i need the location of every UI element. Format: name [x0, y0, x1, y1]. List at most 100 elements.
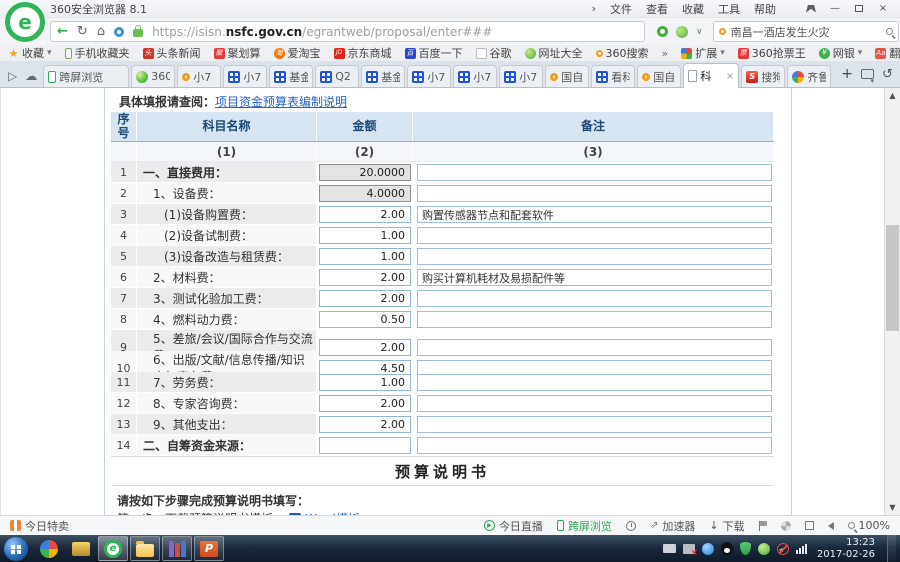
remark-input[interactable]: [417, 416, 772, 433]
bookmark-item[interactable]: Aa 翻译 ▾: [875, 45, 900, 61]
bookmark-item[interactable]: 扩展 ▾: [681, 45, 725, 61]
amount-input[interactable]: [319, 416, 411, 433]
home-icon[interactable]: ⌂: [97, 25, 105, 38]
browser-tab[interactable]: 基金: [269, 65, 314, 87]
download-button[interactable]: ↓ 下载: [709, 518, 744, 534]
bookmark-item[interactable]: ¥ 网银 ▾: [818, 45, 862, 61]
remark-input[interactable]: [417, 185, 772, 202]
dropdown-caret-icon[interactable]: ∨: [696, 27, 703, 37]
start-button[interactable]: [4, 536, 28, 561]
amount-input[interactable]: [319, 206, 411, 223]
amount-input[interactable]: [319, 227, 411, 244]
tab-close-icon[interactable]: ×: [726, 71, 734, 82]
remark-input[interactable]: [417, 227, 772, 244]
sidebar-toggle-icon[interactable]: ▷: [8, 69, 17, 83]
remark-input[interactable]: [417, 290, 772, 307]
bookmark-item[interactable]: 网址大全: [524, 45, 583, 61]
menu-item[interactable]: 收藏: [682, 1, 704, 17]
bookmark-item[interactable]: 手机收藏夹: [64, 45, 130, 61]
keyboard-tray-icon[interactable]: [662, 544, 676, 553]
amount-input[interactable]: [319, 374, 411, 391]
amount-input[interactable]: [319, 437, 411, 454]
bookmark-item[interactable]: ★ 收藏 ▾: [8, 45, 52, 61]
bookmark-item[interactable]: 头 头条新闻: [142, 45, 201, 61]
zoom-control[interactable]: 100%: [847, 519, 890, 532]
amount-input[interactable]: [319, 311, 411, 328]
browser-tab[interactable]: 小7: [177, 65, 222, 87]
mute-button[interactable]: [827, 521, 834, 530]
word-template-link[interactable]: Word模板: [305, 510, 360, 515]
browser-tab[interactable]: 国自: [545, 65, 590, 87]
remark-input[interactable]: [417, 437, 772, 454]
browser-tab[interactable]: Q2: [315, 65, 360, 87]
amount-input[interactable]: [319, 164, 411, 181]
remark-input[interactable]: [417, 206, 772, 223]
taskbar-app-colorball[interactable]: [34, 536, 64, 561]
muted-speaker-tray-icon[interactable]: [776, 542, 789, 555]
plugin-wheel-icon[interactable]: [657, 26, 668, 37]
taskbar-app-gold[interactable]: [66, 536, 96, 561]
amount-input[interactable]: [319, 248, 411, 265]
browser-tab[interactable]: 小7: [407, 65, 452, 87]
taskbar-app-explorer[interactable]: [130, 536, 160, 561]
bookmarks-overflow-icon[interactable]: »: [662, 47, 669, 60]
accelerator-button[interactable]: ⇗ 加速器: [650, 518, 695, 534]
cross-screen-button[interactable]: 跨屏浏览: [556, 518, 612, 534]
remark-input[interactable]: [417, 311, 772, 328]
speed-mode-button[interactable]: [625, 520, 636, 531]
search-box[interactable]: [712, 21, 899, 42]
remark-input[interactable]: [417, 269, 772, 286]
browser-tab[interactable]: 看科: [591, 65, 636, 87]
minimize-button[interactable]: —: [824, 1, 846, 16]
browser-tab[interactable]: 小7: [499, 65, 544, 87]
new-tab-button[interactable]: +: [841, 66, 853, 82]
bookmark-item[interactable]: 谷歌: [475, 45, 512, 61]
amount-input[interactable]: [319, 290, 411, 307]
remark-input[interactable]: [417, 395, 772, 412]
browser-tab[interactable]: 小7: [453, 65, 498, 87]
bookmark-item[interactable]: JD 京东商城: [333, 45, 392, 61]
blue-app-tray-icon[interactable]: [701, 542, 714, 555]
network-signal-icon[interactable]: [795, 543, 807, 554]
maximize-button[interactable]: [848, 1, 870, 16]
close-button[interactable]: ×: [872, 1, 894, 16]
game-mode-button[interactable]: [780, 520, 791, 531]
scroll-down-icon[interactable]: ▼: [885, 500, 900, 515]
show-desktop-button[interactable]: [887, 535, 896, 562]
reopen-closed-tab-button[interactable]: ↺: [882, 67, 893, 82]
search-input[interactable]: [730, 25, 881, 38]
menu-overflow-icon[interactable]: ›: [592, 2, 596, 15]
menu-item[interactable]: 文件: [610, 1, 632, 17]
bookmark-item[interactable]: 票 360抢票王: [737, 45, 806, 61]
amount-input[interactable]: [319, 395, 411, 412]
browser-tab[interactable]: 国自: [637, 65, 682, 87]
security-shield-tray-icon[interactable]: [739, 542, 751, 555]
url-text[interactable]: https://isisn.nsfc.gov.cn/egrantweb/prop…: [152, 25, 492, 39]
remark-input[interactable]: [417, 374, 772, 391]
remark-input[interactable]: [417, 248, 772, 265]
live-button[interactable]: ▶ 今日直播: [483, 518, 543, 534]
bookmark-item[interactable]: 淘 爱淘宝: [273, 45, 321, 61]
report-button[interactable]: [758, 520, 767, 531]
remark-input[interactable]: [417, 164, 772, 181]
scroll-up-icon[interactable]: ▲: [885, 88, 900, 103]
amount-input[interactable]: [319, 185, 411, 202]
search-icon[interactable]: [885, 28, 893, 35]
browser-tab[interactable]: 基金: [361, 65, 406, 87]
taskbar-app-winrar[interactable]: [162, 536, 192, 561]
amount-input[interactable]: [319, 269, 411, 286]
vertical-scrollbar[interactable]: ▲ ▼: [884, 88, 900, 515]
browser-tab[interactable]: 小7: [223, 65, 268, 87]
menu-item[interactable]: 工具: [718, 1, 740, 17]
daily-deal-button[interactable]: 今日特卖: [10, 518, 69, 534]
menu-item[interactable]: 帮助: [754, 1, 776, 17]
plugin-leaf-icon[interactable]: [676, 25, 688, 38]
taskbar-app-powerpoint[interactable]: P: [194, 536, 224, 561]
browser-tab[interactable]: S 搜狗: [741, 65, 786, 87]
cloud-sync-icon[interactable]: ☁: [25, 69, 37, 83]
browser-tab[interactable]: 跨屏浏览: [43, 65, 130, 87]
browser-tab[interactable]: 齐鲁: [787, 65, 832, 87]
scrollbar-thumb[interactable]: [886, 225, 899, 331]
bookmark-item[interactable]: 360搜索: [595, 45, 649, 61]
window-split-button[interactable]: [804, 521, 814, 530]
